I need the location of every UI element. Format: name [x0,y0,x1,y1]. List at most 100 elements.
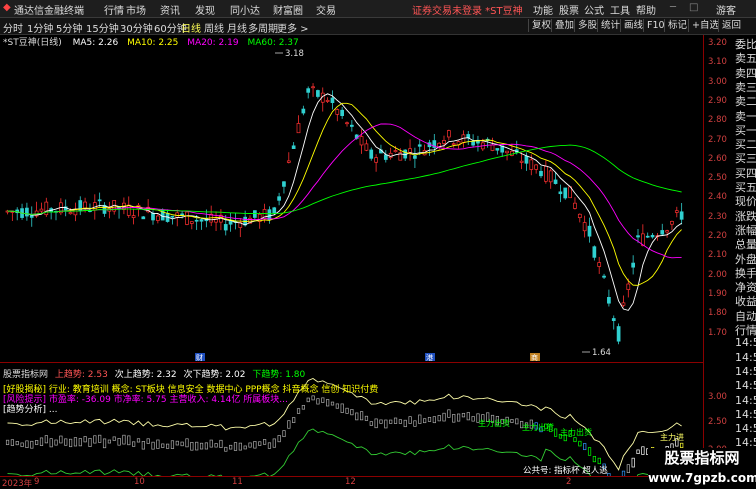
minimize-icon[interactable]: ─ [670,2,676,13]
candle-body [383,154,388,160]
indicator-bar [15,441,19,446]
tab-5min[interactable]: 5分钟 [56,20,82,35]
indicator-bar [122,434,126,445]
indicator-bar [180,441,184,447]
indicator-bar [68,438,73,448]
restore-icon[interactable]: □ [689,2,698,13]
indicator-bar [330,401,335,406]
indicator-bar [272,438,276,448]
indicator-bar [636,449,640,455]
add-watchlist-button[interactable]: +自选 [688,19,722,32]
mark-button[interactable]: 标记 [664,19,690,32]
candle-body [558,191,563,195]
indicator-bar [442,412,446,422]
candle-body [587,225,592,237]
tab-monthly[interactable]: 月线 [227,20,247,35]
indicator-bar [355,412,359,421]
indicator-bar [20,442,24,448]
candle-body [126,204,131,216]
candle-body [621,302,626,306]
candle-body [442,140,446,144]
indicator-bar [238,442,242,451]
price-tick: 2.30 [708,211,727,222]
date-label: 10 [134,477,145,487]
menu-quotes[interactable]: 行情 [104,2,124,17]
candle-body [393,150,398,153]
kline-chart[interactable]: 3.18 1.64 财 港 商 [0,35,703,361]
menu-market[interactable]: 市场 [126,2,146,17]
tab-daily[interactable]: 日线 [181,20,201,35]
candle-body [524,155,529,164]
price-axis: 3.20 3.10 3.00 2.90 2.80 2.70 2.60 2.50 2.40 2.30… [703,35,735,487]
indicator-bar [229,444,233,450]
price-tick: 1.70 [708,327,727,338]
side-panel-label: 14:5 [735,393,756,407]
price-tick: 2.20 [708,231,727,241]
tab-weekly[interactable]: 周线 [204,20,224,35]
indicator-bar [587,447,592,456]
date-label: 2023年 [2,479,33,489]
candle-body [330,97,335,103]
indicator-bar [597,457,601,465]
menu-tongxiaoda[interactable]: 同小达 [230,2,260,17]
candle-body [311,86,315,89]
candle-body [490,144,495,151]
indicator-bar [54,439,58,446]
indicator-bar [631,457,635,468]
menu-wealth-circle[interactable]: 财富圈 [273,2,303,17]
menu-function[interactable]: 功能 [533,2,553,17]
ma20-line [7,123,682,259]
indicator-bar [156,439,160,449]
indicator-bar [321,397,325,403]
menu-tools[interactable]: 工具 [610,2,630,17]
menu-stock[interactable]: 股票 [559,2,579,17]
tab-more[interactable]: 更多 > [277,20,309,35]
indicator-bar [151,441,155,450]
indicator-bar [199,442,204,450]
indicator-bar [413,420,417,427]
indicator-bar [136,438,141,443]
price-tick: 2.40 [708,192,727,203]
event-marker-hk-label: 港 [426,353,433,361]
price-tick: 3.10 [708,57,727,68]
candle-body [548,170,553,183]
login-notice[interactable]: 证券交易未登录 *ST豆神 [412,2,523,17]
back-button[interactable]: 返回 [718,19,744,32]
annotation-4: 主力进 [660,433,684,442]
indicator-bar [583,443,587,451]
menu-trade[interactable]: 交易 [316,2,336,17]
indicator-bar [44,435,48,444]
indicator-bar [345,407,349,414]
candle-body [388,152,393,158]
price-tick: 2.50 [708,173,727,184]
app-logo-icon: ◆ [3,2,11,13]
indicator-bar [326,399,330,407]
tab-1min[interactable]: 1分钟 [27,20,53,35]
candle-body [345,122,349,125]
candle-body [626,283,631,290]
indicator-bar [209,439,213,448]
candle-body [170,215,175,218]
indicator-bar [350,409,354,416]
tab-multi-period[interactable]: 多周期 [248,20,278,35]
menu-discover[interactable]: 发现 [195,2,215,17]
menu-news[interactable]: 资讯 [160,2,180,17]
tab-intraday[interactable]: 分时 [3,20,23,35]
indicator-bar [282,430,286,438]
menu-formula[interactable]: 公式 [584,2,604,17]
indicator-bar [263,439,267,445]
tab-15min[interactable]: 15分钟 [86,20,119,35]
side-panel-label: 14:5 [735,407,756,421]
indicator-bar [35,440,39,445]
indicator-bar [59,435,63,444]
candle-body [529,159,534,170]
tab-30min[interactable]: 30分钟 [120,20,153,35]
menu-help[interactable]: 帮助 [636,2,656,17]
side-panel-label: 14:5 [735,336,756,350]
side-panel-label: 14:5 [735,350,756,364]
indicator-bar [224,446,228,452]
candle-body [582,222,587,232]
candle-body [141,216,146,220]
indicator-bar [195,441,199,451]
guest-label[interactable]: 游客 [716,2,736,17]
